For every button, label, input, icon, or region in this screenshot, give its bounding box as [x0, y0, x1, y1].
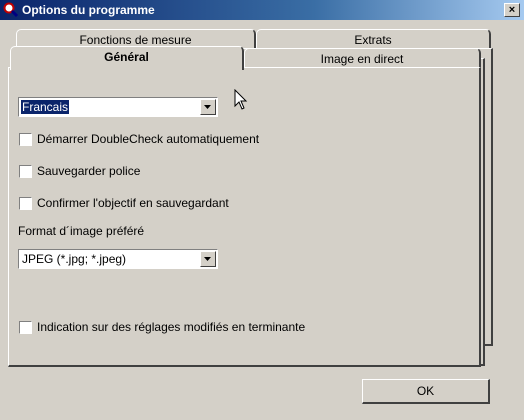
magnifier-icon	[3, 2, 19, 18]
save-font-label: Sauvegarder police	[37, 164, 141, 178]
image-format-label: Format d´image préféré	[18, 224, 145, 238]
image-format-select[interactable]: JPEG (*.jpg; *.jpeg)	[18, 249, 218, 269]
image-format-dropdown-button[interactable]	[200, 251, 216, 267]
language-value: Francais	[21, 100, 70, 114]
language-dropdown-button[interactable]	[200, 99, 216, 115]
autostart-checkbox[interactable]	[19, 133, 32, 146]
chevron-down-icon	[204, 257, 211, 261]
save-font-checkbox[interactable]	[19, 165, 32, 178]
tab-general[interactable]: Général	[10, 46, 244, 70]
title-bar: Options du programme ×	[0, 0, 524, 20]
language-select[interactable]: Francais	[18, 97, 218, 117]
modified-settings-checkbox[interactable]	[19, 321, 32, 334]
chevron-down-icon	[204, 105, 211, 109]
mouse-pointer-icon	[234, 89, 248, 110]
ok-button[interactable]: OK	[362, 379, 490, 404]
autostart-label: Démarrer DoubleCheck automatiquement	[37, 132, 260, 146]
confirm-objective-label: Confirmer l'objectif en sauvegardant	[37, 196, 229, 210]
close-button[interactable]: ×	[504, 3, 520, 17]
modified-settings-label: Indication sur des réglages modifiés en …	[37, 320, 306, 334]
confirm-objective-checkbox[interactable]	[19, 197, 32, 210]
image-format-value: JPEG (*.jpg; *.jpeg)	[22, 252, 127, 266]
window-title: Options du programme	[22, 3, 155, 17]
